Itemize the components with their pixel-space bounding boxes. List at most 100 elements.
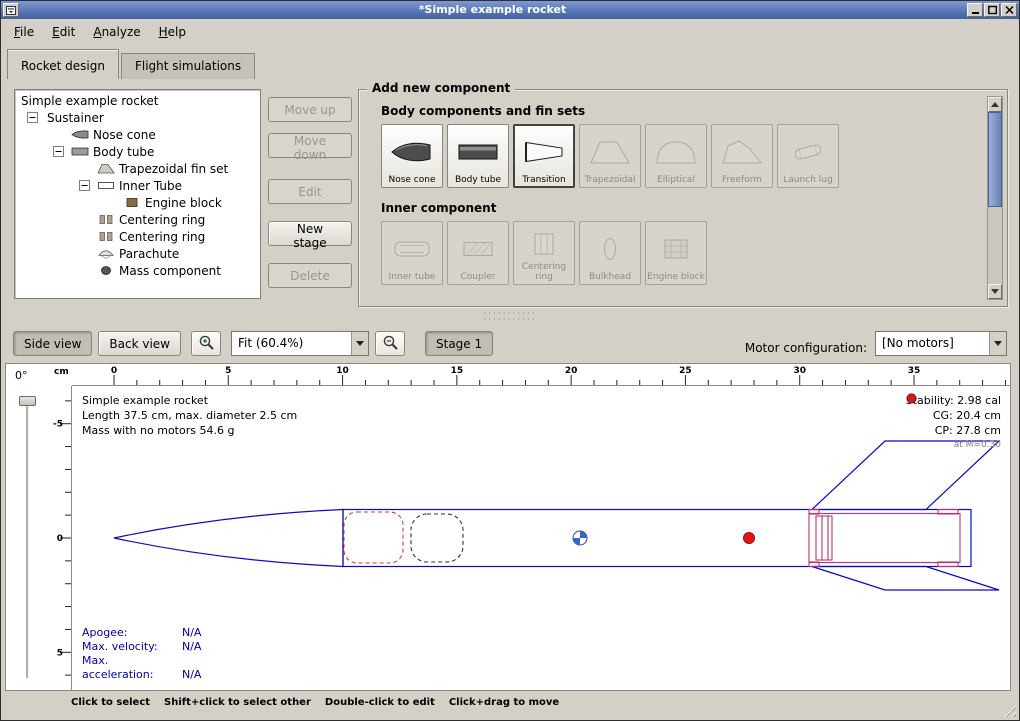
body-tube-shape[interactable]	[343, 510, 971, 567]
add-nose-cone-button[interactable]: Nose cone	[381, 124, 443, 188]
move-down-button[interactable]: Move down	[268, 133, 352, 158]
tree-item-mass-component[interactable]: Mass component	[15, 262, 260, 279]
tree-item-centering-ring[interactable]: Centering ring	[15, 211, 260, 228]
zoom-out-button[interactable]	[375, 331, 405, 356]
zoom-in-button[interactable]	[191, 331, 221, 356]
add-launch-lug-button[interactable]: Launch lug	[777, 124, 839, 188]
title-bar[interactable]: *Simple example rocket	[1, 1, 1019, 19]
zoom-level-value: Fit (60.4%)	[232, 332, 351, 355]
new-stage-button[interactable]: New stage	[268, 221, 352, 246]
tree-item-sustainer[interactable]: Sustainer	[15, 109, 260, 126]
dropdown-arrow-ic[interactable]	[989, 332, 1006, 355]
stage-1-toggle[interactable]: Stage 1	[425, 331, 493, 356]
add-trapezoidal-button[interactable]: Trapezoidal	[579, 124, 641, 188]
body-tube-icon	[456, 128, 500, 176]
add-engine-block-button[interactable]: Engine block	[645, 221, 707, 285]
tab-rocket-design[interactable]: Rocket design	[7, 49, 119, 79]
add-freeform-button[interactable]: Freeform	[711, 124, 773, 188]
minimize-button[interactable]	[967, 3, 983, 17]
svg-text:20: 20	[565, 366, 578, 376]
add-elliptical-button[interactable]: Elliptical	[645, 124, 707, 188]
app-window: *Simple example rocket FileEditAnalyzeHe…	[0, 0, 1020, 721]
engine-block-icon	[654, 225, 698, 273]
motor-configuration-select[interactable]: [No motors]	[875, 331, 1007, 356]
parachute-shape[interactable]	[344, 512, 403, 563]
tree-item-parachute[interactable]: Parachute	[15, 245, 260, 262]
tree-item-engine-block[interactable]: Engine block	[15, 194, 260, 211]
menu-analyze[interactable]: Analyze	[84, 21, 149, 43]
rocket-info: Simple example rocket Length 37.5 cm, ma…	[82, 393, 297, 438]
svg-text:-5: -5	[53, 420, 63, 430]
tab-bar: Rocket design Flight simulations	[7, 45, 1019, 79]
rocket-dimensions: Length 37.5 cm, max. diameter 2.5 cm	[82, 408, 297, 423]
mach-condition: at M=0.30	[906, 438, 1001, 453]
zoom-level-select[interactable]: Fit (60.4%)	[231, 331, 369, 356]
body-tube-icon	[71, 146, 91, 157]
rocket-mass: Mass with no motors 54.6 g	[82, 423, 297, 438]
svg-text:35: 35	[908, 366, 921, 376]
tree-item-nose-cone[interactable]: Nose cone	[15, 126, 260, 143]
stability-info: Stability: 2.98 cal CG: 20.4 cm CP: 27.8…	[906, 393, 1001, 453]
rocket-canvas[interactable]: Simple example rocket Length 37.5 cm, ma…	[72, 386, 1010, 690]
rocket-diagram: 0° cm 05101520253035 -505	[5, 363, 1011, 691]
inner-tube-icon	[97, 180, 117, 191]
menu-help[interactable]: Help	[150, 21, 195, 43]
mass-component-shape[interactable]	[411, 514, 463, 562]
component-scrollbar[interactable]	[987, 96, 1003, 300]
svg-text:0: 0	[111, 366, 117, 376]
tree-item-centering-ring[interactable]: Centering ring	[15, 228, 260, 245]
add-bulkhead-button[interactable]: Bulkhead	[579, 221, 641, 285]
tree-item-inner-tube[interactable]: Inner Tube	[15, 177, 260, 194]
delete-button[interactable]: Delete	[268, 263, 352, 288]
add-coupler-button[interactable]: Coupler	[447, 221, 509, 285]
coupler-icon	[456, 225, 500, 273]
tree-item-body-tube[interactable]: Body tube	[15, 143, 260, 160]
centering-ring-front-shape[interactable]	[809, 510, 819, 567]
nose-cone-shape[interactable]	[114, 510, 343, 567]
rotation-slider-handle[interactable]	[19, 396, 36, 406]
scroll-down-button[interactable]	[988, 284, 1002, 299]
svg-text:15: 15	[451, 366, 464, 376]
rotation-control: 0°	[6, 364, 50, 690]
edit-button[interactable]: Edit	[268, 179, 352, 204]
add-transition-button[interactable]: Transition	[513, 124, 575, 188]
splitter-handle[interactable]: ······················	[1, 311, 1019, 327]
expander-icon[interactable]	[19, 112, 45, 123]
move-up-button[interactable]: Move up	[268, 97, 352, 122]
dropdown-arrow-icon[interactable]	[351, 332, 368, 355]
arrow-up-icon	[991, 102, 999, 107]
elliptical-icon	[654, 128, 698, 176]
scrollbar-track[interactable]	[988, 112, 1002, 284]
centering-ring-icon	[97, 214, 117, 225]
side-view-button[interactable]: Side view	[13, 331, 92, 356]
tree-item-trapezoidal-fin-set[interactable]: Trapezoidal fin set	[15, 160, 260, 177]
centering-ring-icon	[522, 225, 566, 263]
centering-ring-aft-shape[interactable]	[938, 510, 958, 567]
engine-block-shape[interactable]	[816, 516, 832, 560]
menu-edit[interactable]: Edit	[43, 21, 84, 43]
tab-flight-simulations[interactable]: Flight simulations	[121, 53, 255, 79]
scrollbar-thumb[interactable]	[988, 112, 1002, 207]
add-inner-tube-button[interactable]: Inner tube	[381, 221, 443, 285]
cg-value: CG: 20.4 cm	[933, 408, 1001, 423]
window-menu-icon[interactable]	[3, 3, 19, 17]
back-view-button[interactable]: Back view	[98, 331, 181, 356]
scroll-up-button[interactable]	[988, 97, 1002, 112]
engine-block-icon	[123, 197, 143, 208]
menu-file[interactable]: File	[5, 21, 43, 43]
maximize-button[interactable]	[984, 3, 1000, 17]
component-tree[interactable]: Simple example rocketSustainerNose coneB…	[14, 89, 261, 299]
rotation-slider-track[interactable]	[26, 406, 29, 678]
component-groups: Body components and fin setsNose coneBod…	[359, 90, 1007, 285]
rocket-name: Simple example rocket	[82, 393, 297, 408]
menubar: FileEditAnalyzeHelp	[1, 19, 1019, 45]
add-body-tube-button[interactable]: Body tube	[447, 124, 509, 188]
add-component-panel: Add new component Body components and fi…	[358, 89, 1008, 307]
close-button[interactable]	[1001, 3, 1017, 17]
tree-item-simple-example-rocket[interactable]: Simple example rocket	[15, 92, 260, 109]
expander-icon[interactable]	[71, 180, 97, 191]
expander-icon[interactable]	[45, 146, 71, 157]
status-hint: Click+drag to move	[449, 697, 559, 708]
fin-lower-shape[interactable]	[812, 567, 999, 591]
add-centering-ring-button[interactable]: Centering ring	[513, 221, 575, 285]
